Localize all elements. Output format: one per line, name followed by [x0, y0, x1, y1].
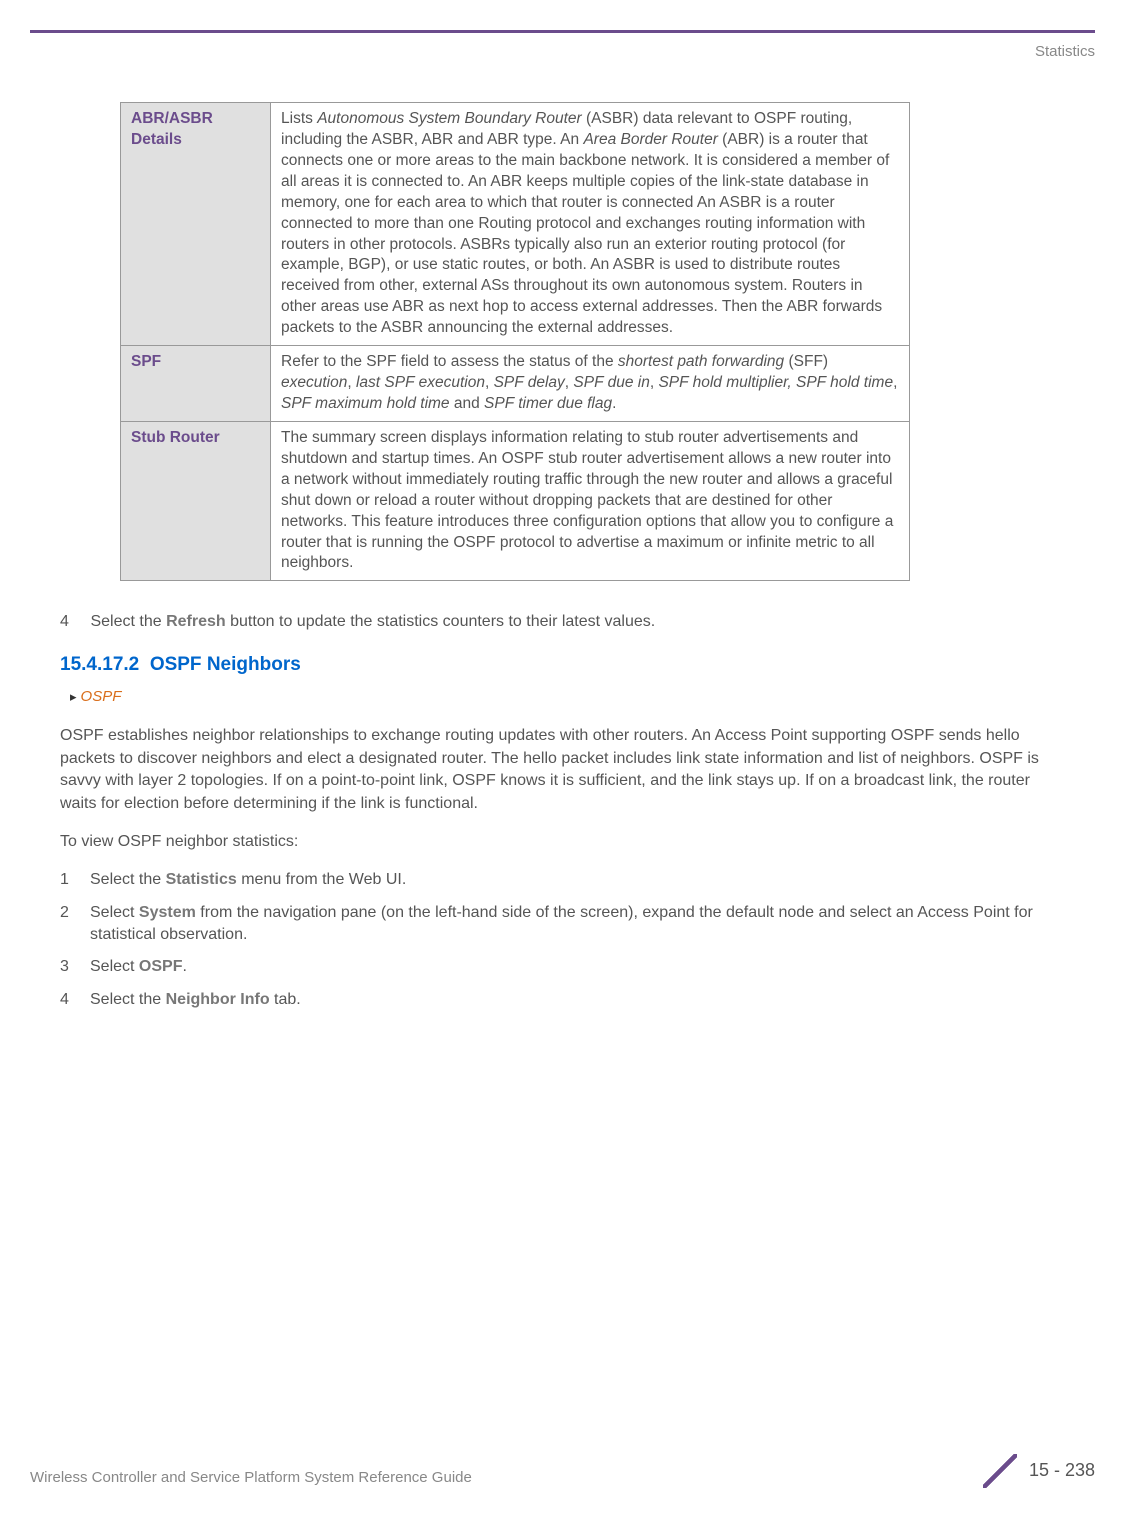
page-number: 15 - 238: [1029, 1458, 1095, 1483]
row-label: ABR/ASBR Details: [121, 103, 271, 346]
refresh-step: 4 Select the Refresh button to update th…: [60, 611, 1065, 633]
footer-guide-title: Wireless Controller and Service Platform…: [30, 1467, 472, 1488]
step-body: Select the Neighbor Info tab.: [90, 989, 1065, 1011]
step-body: Select the Statistics menu from the Web …: [90, 869, 1065, 891]
header-section-label: Statistics: [30, 41, 1095, 62]
refresh-term: Refresh: [166, 613, 226, 630]
row-label: Stub Router: [121, 421, 271, 580]
row-description: Lists Autonomous System Boundary Router …: [271, 103, 910, 346]
numbered-step: 2Select System from the navigation pane …: [60, 902, 1065, 947]
row-description: Refer to the SPF field to assess the sta…: [271, 346, 910, 422]
numbered-step: 1Select the Statistics menu from the Web…: [60, 869, 1065, 891]
step-number: 4: [60, 989, 90, 1011]
table-row: ABR/ASBR DetailsLists Autonomous System …: [121, 103, 910, 346]
step-post: button to update the statistics counters…: [226, 613, 656, 630]
step-body: Select OSPF.: [90, 956, 1065, 978]
breadcrumb-text: OSPF: [81, 686, 122, 707]
step-number: 4: [60, 611, 86, 633]
breadcrumb[interactable]: OSPF: [70, 686, 1065, 707]
step-number: 1: [60, 869, 90, 891]
row-description: The summary screen displays information …: [271, 421, 910, 580]
step-pre: Select the: [90, 613, 166, 630]
step-number: 2: [60, 902, 90, 947]
definitions-table: ABR/ASBR DetailsLists Autonomous System …: [120, 102, 910, 581]
lead-paragraph: To view OSPF neighbor statistics:: [60, 831, 1065, 853]
section-heading: 15.4.17.2 OSPF Neighbors: [60, 652, 1065, 679]
table-row: Stub RouterThe summary screen displays i…: [121, 421, 910, 580]
section-title: OSPF Neighbors: [150, 654, 301, 675]
header-rule: [30, 30, 1095, 33]
intro-paragraph: OSPF establishes neighbor relationships …: [60, 725, 1065, 815]
row-label: SPF: [121, 346, 271, 422]
step-number: 3: [60, 956, 90, 978]
step-body: Select System from the navigation pane (…: [90, 902, 1065, 947]
footer: Wireless Controller and Service Platform…: [30, 1454, 1095, 1488]
section-number: 15.4.17.2: [60, 654, 139, 675]
brand-logo-icon: [983, 1454, 1017, 1488]
numbered-step: 4Select the Neighbor Info tab.: [60, 989, 1065, 1011]
table-row: SPFRefer to the SPF field to assess the …: [121, 346, 910, 422]
numbered-step: 3Select OSPF.: [60, 956, 1065, 978]
